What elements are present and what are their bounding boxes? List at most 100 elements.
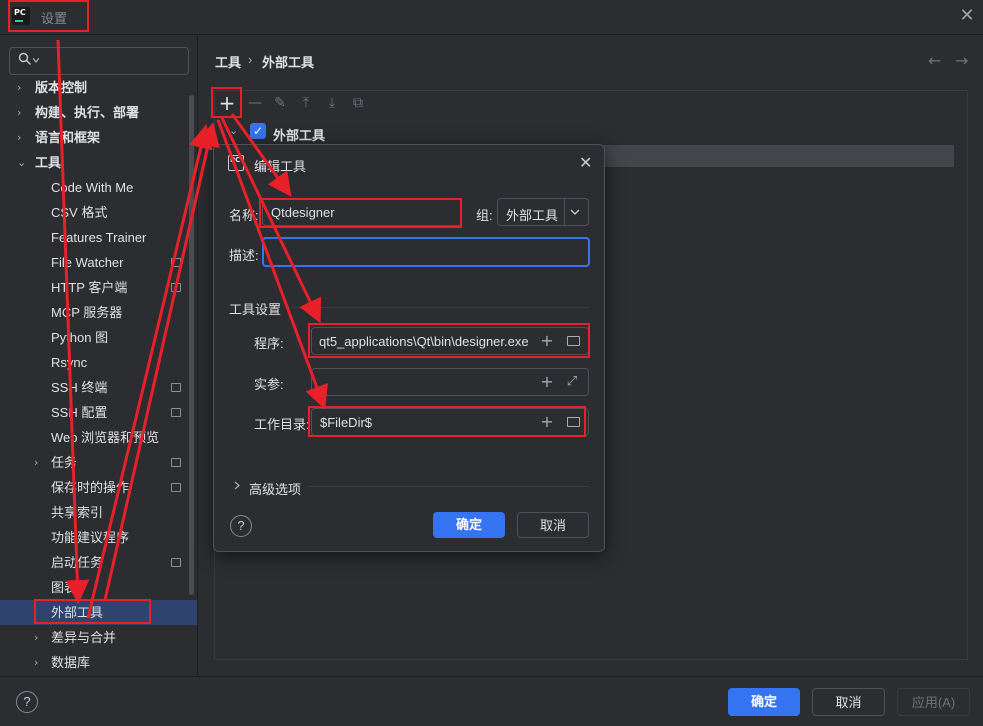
- group-dropdown[interactable]: 外部工具: [497, 198, 589, 226]
- chevron-right-icon[interactable]: ›: [17, 100, 31, 125]
- dialog-help-button[interactable]: ?: [230, 515, 252, 537]
- remove-tool-icon[interactable]: —: [245, 93, 265, 113]
- settings-sidebar: › 版本控制 › 构建、执行、部署 › 语言和框架 ⌄ 工具 Code With Me CSV 格…: [0, 35, 198, 676]
- sidebar-item-label: Python 图: [51, 330, 109, 345]
- chevron-down-icon[interactable]: ⌄: [17, 150, 31, 175]
- expand-icon[interactable]: ⤢: [564, 373, 580, 391]
- copy-tool-icon[interactable]: ⧉: [348, 93, 368, 113]
- apply-button[interactable]: 应用(A): [897, 688, 970, 716]
- sidebar-item[interactable]: ⌄ 工具: [0, 150, 197, 175]
- sidebar-item[interactable]: HTTP 客户端: [0, 275, 197, 300]
- project-scope-icon: [171, 558, 181, 567]
- dialog-close-icon[interactable]: ✕: [579, 153, 592, 172]
- annotation-box: [8, 0, 89, 32]
- project-scope-icon: [171, 283, 181, 292]
- insert-macro-icon[interactable]: +: [539, 373, 555, 391]
- tool-group-label: 外部工具: [273, 128, 326, 143]
- sidebar-item-label: 功能建议程序: [51, 530, 130, 545]
- chevron-right-icon[interactable]: ›: [34, 650, 48, 675]
- sidebar-item[interactable]: › 任务: [0, 450, 197, 475]
- tool-group-checkbox[interactable]: ✓: [250, 123, 266, 139]
- sidebar-item-label: HTTP 客户端: [51, 280, 128, 295]
- ok-button[interactable]: 确定: [728, 688, 800, 716]
- forward-arrow-icon[interactable]: →: [955, 51, 968, 70]
- group-label: 组:: [476, 208, 493, 223]
- sidebar-item[interactable]: File Watcher: [0, 250, 197, 275]
- sidebar-item[interactable]: Features Trainer: [0, 225, 197, 250]
- dialog-ok-button[interactable]: 确定: [433, 512, 505, 538]
- project-scope-icon: [171, 483, 181, 492]
- sidebar-item[interactable]: Web 浏览器和预览: [0, 425, 197, 450]
- sidebar-item-label: 构建、执行、部署: [35, 105, 140, 120]
- advanced-expand-chevron-icon[interactable]: [234, 481, 240, 490]
- dialog-title: 编辑工具: [254, 159, 307, 174]
- sidebar-item[interactable]: Python 图: [0, 325, 197, 350]
- sidebar-item[interactable]: 图表: [0, 575, 197, 600]
- edit-tool-icon[interactable]: ✎: [270, 93, 290, 113]
- sidebar-item[interactable]: 保存时的操作: [0, 475, 197, 500]
- search-options-chevron-icon: [33, 58, 39, 63]
- sidebar-item[interactable]: › 数据库: [0, 650, 197, 675]
- sidebar-item-label: File Watcher: [51, 255, 124, 270]
- sidebar-item-label: 版本控制: [35, 80, 88, 95]
- sidebar-item[interactable]: CSV 格式: [0, 200, 197, 225]
- settings-search-input[interactable]: [9, 47, 189, 75]
- sidebar-item-label: 启动任务: [51, 555, 104, 570]
- working-directory-label: 工作目录:: [254, 417, 310, 432]
- close-window-icon[interactable]: ✕: [957, 5, 977, 27]
- program-label: 程序:: [254, 336, 284, 351]
- chevron-down-icon: [570, 209, 580, 215]
- sidebar-item[interactable]: › 差异与合并: [0, 625, 197, 650]
- selected-tool-row[interactable]: [590, 145, 954, 167]
- sidebar-item[interactable]: SSH 配置: [0, 400, 197, 425]
- sidebar-item-label: 语言和框架: [35, 130, 101, 145]
- move-down-icon[interactable]: ⤓: [322, 93, 342, 113]
- chevron-right-icon[interactable]: ›: [17, 75, 31, 100]
- breadcrumb-current: 外部工具: [262, 55, 315, 70]
- tool-settings-heading: 工具设置: [229, 302, 282, 317]
- sidebar-item-label: 工具: [35, 155, 62, 170]
- annotation-box: [259, 198, 462, 228]
- chevron-right-icon[interactable]: ›: [34, 625, 48, 650]
- project-scope-icon: [171, 383, 181, 392]
- sidebar-item[interactable]: Code With Me: [0, 175, 197, 200]
- chevron-right-icon[interactable]: ›: [17, 125, 31, 150]
- sidebar-item[interactable]: 共享索引: [0, 500, 197, 525]
- sidebar-item[interactable]: Rsync: [0, 350, 197, 375]
- sidebar-item[interactable]: › 构建、执行、部署: [0, 100, 197, 125]
- arguments-field[interactable]: + ⤢: [311, 368, 589, 396]
- project-scope-icon: [171, 258, 181, 267]
- sidebar-item[interactable]: › 语言和框架: [0, 125, 197, 150]
- sidebar-item[interactable]: 功能建议程序: [0, 525, 197, 550]
- breadcrumb-root[interactable]: 工具: [215, 52, 241, 71]
- project-scope-icon: [171, 458, 181, 467]
- help-button[interactable]: ?: [16, 691, 38, 713]
- sidebar-item[interactable]: 启动任务: [0, 550, 197, 575]
- sidebar-item[interactable]: MCP 服务器: [0, 300, 197, 325]
- sidebar-item-label: Code With Me: [51, 180, 134, 195]
- description-field[interactable]: [262, 237, 590, 267]
- sidebar-scrollbar[interactable]: [189, 95, 194, 595]
- advanced-options-label[interactable]: 高级选项: [249, 479, 301, 498]
- back-arrow-icon[interactable]: ←: [928, 51, 941, 70]
- chevron-right-icon[interactable]: ›: [34, 450, 48, 475]
- sidebar-item-label: 图表: [51, 580, 78, 595]
- move-up-icon[interactable]: ⤒: [296, 93, 316, 113]
- sidebar-item-label: 数据库: [51, 655, 91, 670]
- name-label: 名称:: [229, 208, 259, 223]
- annotation-box: [308, 323, 590, 358]
- annotation-box: [308, 406, 586, 437]
- annotation-box: [34, 599, 151, 624]
- breadcrumb-separator: ›: [248, 52, 253, 67]
- sidebar-item[interactable]: › 版本控制: [0, 75, 197, 100]
- sidebar-item-label: MCP 服务器: [51, 305, 123, 320]
- settings-footer: ? 确定 取消 应用(A): [0, 676, 983, 726]
- section-divider: [308, 486, 589, 487]
- group-expand-chevron-icon[interactable]: ⌄: [229, 124, 238, 137]
- cancel-button[interactable]: 取消: [812, 688, 885, 716]
- sidebar-item-label: 任务: [51, 455, 78, 470]
- dialog-cancel-button[interactable]: 取消: [517, 512, 589, 538]
- sidebar-item-label: 共享索引: [51, 505, 104, 520]
- search-icon: [18, 52, 31, 65]
- sidebar-item[interactable]: SSH 终端: [0, 375, 197, 400]
